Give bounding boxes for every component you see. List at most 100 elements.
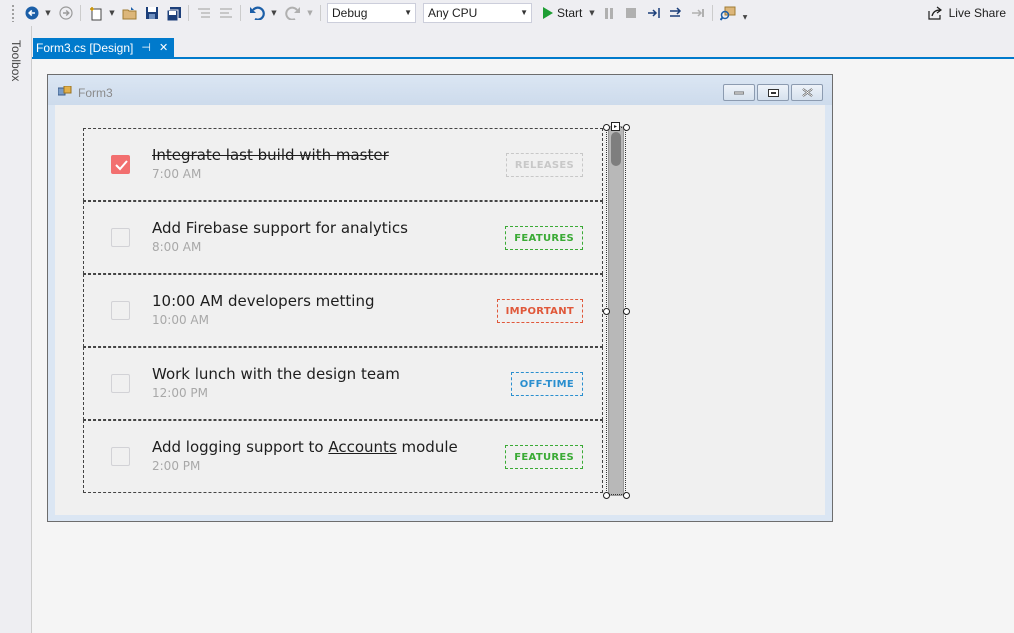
form-icon — [57, 85, 72, 101]
task-time: 7:00 AM — [152, 167, 202, 181]
undo-button[interactable] — [248, 4, 266, 22]
chevron-down-icon: ▼ — [45, 9, 51, 17]
navigate-back-dropdown[interactable]: ▼ — [44, 4, 52, 22]
task-title: Integrate last build with master — [152, 146, 389, 164]
task-title: Work lunch with the design team — [152, 365, 400, 383]
navigate-back-button[interactable] — [24, 4, 40, 22]
live-share-icon — [928, 6, 942, 20]
solution-configuration-select[interactable]: Debug ▼ — [327, 3, 416, 23]
task-checkbox[interactable] — [111, 228, 130, 247]
step-out-button[interactable] — [690, 4, 706, 22]
save-all-button[interactable] — [166, 4, 182, 22]
play-icon — [543, 7, 553, 19]
back-arrow-icon — [25, 6, 39, 20]
uncomment-lines-icon — [220, 8, 232, 18]
stop-button[interactable] — [624, 4, 638, 22]
open-folder-icon — [122, 7, 137, 20]
start-label: Start — [557, 6, 583, 20]
solution-platform-value: Any CPU — [428, 6, 478, 20]
task-tag: IMPORTANT — [496, 299, 583, 323]
live-share-button[interactable]: Live Share — [928, 4, 1006, 22]
form-title-bar[interactable]: Form3 — [48, 75, 832, 105]
task-tag: FEATURES — [505, 226, 583, 250]
tab-form3-design[interactable]: Form3.cs [Design] ⊣ ✕ — [33, 38, 175, 57]
side-tool-strip — [0, 26, 32, 633]
redo-dropdown[interactable]: ▼ — [306, 4, 314, 22]
task-title-prefix: Add logging support to — [152, 438, 329, 456]
open-file-button[interactable] — [122, 4, 138, 22]
new-item-icon — [89, 6, 101, 20]
resize-handle[interactable] — [603, 124, 610, 131]
step-over-button[interactable] — [668, 4, 684, 22]
task-checkbox[interactable] — [111, 447, 130, 466]
resize-handle[interactable] — [623, 492, 630, 499]
undo-icon — [250, 6, 265, 20]
find-icon — [720, 6, 736, 21]
step-into-icon — [648, 8, 660, 18]
save-all-icon — [166, 6, 181, 21]
find-in-files-button[interactable] — [720, 4, 736, 22]
toolbox-tab[interactable]: Toolbox — [9, 38, 23, 84]
close-icon — [801, 88, 813, 97]
toolbar-gripper[interactable] — [11, 4, 15, 22]
overflow-chevron-icon: ▼ — [742, 13, 748, 21]
list-item[interactable]: Integrate last build with master 7:00 AM… — [83, 128, 603, 201]
list-item[interactable]: 10:00 AM developers metting 10:00 AM IMP… — [83, 274, 603, 347]
solution-configuration-value: Debug — [332, 6, 368, 20]
redo-button[interactable] — [284, 4, 302, 22]
accounts-link[interactable]: Accounts — [328, 438, 396, 456]
toolbar-separator — [188, 5, 189, 21]
list-item[interactable]: Work lunch with the design team 12:00 PM… — [83, 347, 603, 420]
task-time: 2:00 PM — [152, 459, 201, 473]
new-project-dropdown[interactable]: ▼ — [108, 4, 116, 22]
task-title: 10:00 AM developers metting — [152, 292, 375, 310]
maximize-button[interactable] — [757, 84, 789, 101]
new-project-button[interactable] — [88, 4, 104, 22]
minimize-icon — [734, 91, 744, 94]
resize-handle[interactable] — [623, 308, 630, 315]
form-caption: Form3 — [78, 86, 113, 100]
task-title: Add Firebase support for analytics — [152, 219, 408, 237]
undo-dropdown[interactable]: ▼ — [270, 4, 278, 22]
list-item[interactable]: Add Firebase support for analytics 8:00 … — [83, 201, 603, 274]
smart-tag-icon[interactable]: ▸ — [611, 122, 620, 131]
toolbar-separator — [712, 5, 713, 21]
pin-icon[interactable]: ⊣ — [141, 41, 151, 54]
close-button[interactable] — [791, 84, 823, 101]
resize-handle[interactable] — [603, 308, 610, 315]
start-dropdown[interactable]: ▼ — [588, 4, 596, 22]
tab-title: Form3.cs [Design] — [36, 40, 134, 55]
close-tab-icon[interactable]: ✕ — [159, 41, 168, 54]
navigate-forward-button[interactable] — [58, 4, 74, 22]
toolbar-separator — [240, 5, 241, 21]
step-over-icon — [670, 7, 682, 17]
redo-icon — [285, 6, 300, 20]
step-into-button[interactable] — [646, 4, 662, 22]
task-checkbox[interactable] — [111, 155, 130, 174]
uncomment-lines-button[interactable] — [218, 4, 234, 22]
live-share-label: Live Share — [948, 6, 1006, 20]
start-debugging-button[interactable]: Start — [542, 4, 582, 22]
task-checkbox[interactable] — [111, 374, 130, 393]
resize-handle[interactable] — [603, 492, 610, 499]
task-time: 10:00 AM — [152, 313, 209, 327]
maximize-icon — [767, 88, 779, 97]
solution-platform-select[interactable]: Any CPU ▼ — [423, 3, 532, 23]
save-icon — [146, 7, 158, 19]
comment-lines-icon — [198, 8, 210, 18]
stop-icon — [626, 8, 636, 18]
resize-handle[interactable] — [623, 124, 630, 131]
chevron-down-icon: ▼ — [307, 9, 313, 17]
minimize-button[interactable] — [723, 84, 755, 101]
save-button[interactable] — [144, 4, 160, 22]
list-item[interactable]: Add logging support to Accounts module 2… — [83, 420, 603, 493]
task-checkbox[interactable] — [111, 301, 130, 320]
toolbar-separator — [80, 5, 81, 21]
toolbar-overflow-button[interactable]: ▼ — [740, 4, 750, 22]
pause-button[interactable] — [602, 4, 616, 22]
task-time: 8:00 AM — [152, 240, 202, 254]
comment-lines-button[interactable] — [196, 4, 212, 22]
chevron-down-icon: ▼ — [109, 9, 115, 17]
form3-window[interactable]: Form3 Integrate last build with master 7… — [47, 74, 833, 522]
chevron-down-icon: ▼ — [271, 9, 277, 17]
